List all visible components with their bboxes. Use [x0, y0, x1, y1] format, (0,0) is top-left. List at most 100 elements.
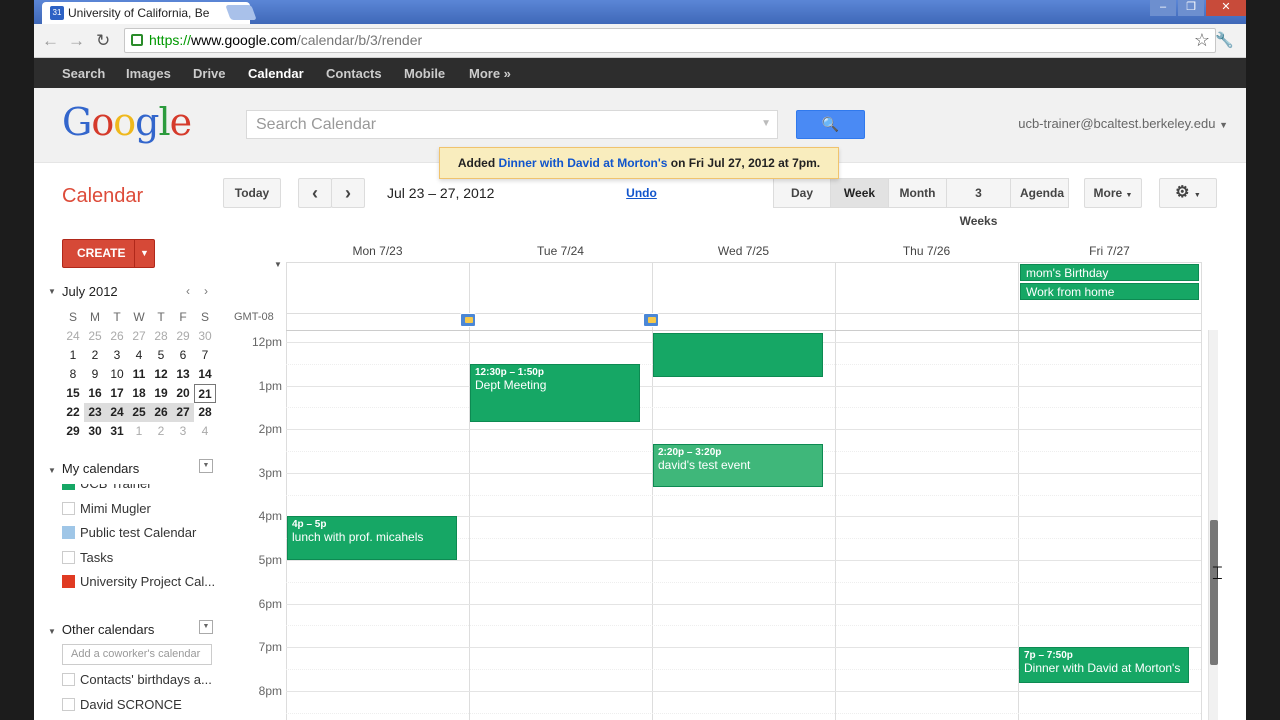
- calendar-event[interactable]: 4p – 5p lunch with prof. micahels: [287, 516, 457, 560]
- calendar-event[interactable]: 7p – 7:50p Dinner with David at Morton's: [1019, 647, 1189, 684]
- calendar-item[interactable]: University Project Cal...: [62, 574, 215, 594]
- mini-day[interactable]: 22: [62, 403, 84, 422]
- window-close-icon[interactable]: ✕: [1206, 0, 1246, 16]
- mini-day[interactable]: 18: [128, 384, 150, 403]
- reload-icon[interactable]: ↻: [96, 31, 110, 51]
- calendar-color-swatch[interactable]: [62, 526, 75, 539]
- mini-day[interactable]: 11: [128, 365, 150, 384]
- mini-day[interactable]: 27: [128, 327, 150, 346]
- mini-day[interactable]: 6: [172, 346, 194, 365]
- minimize-icon[interactable]: –: [1150, 0, 1176, 16]
- mini-day[interactable]: 28: [150, 327, 172, 346]
- gbar-calendar[interactable]: Calendar: [248, 66, 304, 81]
- add-coworker-input[interactable]: Add a coworker's calendar: [62, 644, 212, 665]
- wrench-icon[interactable]: 🔧: [1215, 31, 1234, 49]
- prev-week-button[interactable]: ‹: [298, 178, 332, 208]
- other-calendars-header[interactable]: ▼ Other calendars: [48, 622, 154, 637]
- today-button[interactable]: Today: [223, 178, 281, 208]
- forward-arrow-icon[interactable]: →: [68, 31, 85, 51]
- mini-day[interactable]: 25: [84, 327, 106, 346]
- all-day-event[interactable]: Work from home: [1020, 283, 1199, 300]
- collapse-triangle-icon[interactable]: ▼: [48, 287, 56, 296]
- calendar-color-swatch[interactable]: [62, 698, 75, 711]
- other-calendars-menu-icon[interactable]: ▼: [199, 620, 213, 634]
- mini-day[interactable]: 5: [150, 346, 172, 365]
- gbar-contacts[interactable]: Contacts: [326, 66, 382, 81]
- mini-day[interactable]: 20: [172, 384, 194, 403]
- browser-tab[interactable]: 31 University of California, Be ✕: [42, 2, 250, 24]
- notice-event-link[interactable]: Dinner with David at Morton's: [499, 156, 668, 170]
- mini-day[interactable]: 24: [62, 327, 84, 346]
- create-dropdown-icon[interactable]: ▼: [134, 240, 154, 267]
- mini-day[interactable]: 4: [194, 422, 216, 441]
- undo-link[interactable]: Undo: [626, 186, 657, 200]
- mini-day[interactable]: 2: [84, 346, 106, 365]
- calendar-item[interactable]: Mimi Mugler: [62, 501, 151, 521]
- mini-day[interactable]: 8: [62, 365, 84, 384]
- account-menu[interactable]: ucb-trainer@bcaltest.berkeley.edu ▼: [1018, 116, 1228, 131]
- mini-day[interactable]: 9: [84, 365, 106, 384]
- calendar-item[interactable]: Contacts' birthdays a...: [62, 672, 212, 692]
- calendar-event[interactable]: [653, 333, 823, 377]
- mini-day[interactable]: 31: [106, 422, 128, 441]
- day-header[interactable]: Fri 7/27: [1018, 244, 1201, 258]
- view-3weeks[interactable]: 3 Weeks: [947, 178, 1011, 228]
- search-button[interactable]: 🔍: [796, 110, 865, 139]
- calendar-color-swatch[interactable]: [62, 501, 75, 515]
- my-calendars-menu-icon[interactable]: ▼: [199, 459, 213, 473]
- day-header[interactable]: Wed 7/25: [652, 244, 835, 258]
- new-tab-button[interactable]: [225, 5, 257, 20]
- search-options-icon[interactable]: ▼: [761, 118, 771, 129]
- mini-day[interactable]: 23: [84, 403, 106, 422]
- settings-button[interactable]: ⚙ ▼: [1159, 178, 1217, 208]
- mini-day[interactable]: 29: [62, 422, 84, 441]
- mini-day[interactable]: 26: [106, 327, 128, 346]
- scrollbar[interactable]: [1208, 330, 1218, 720]
- mini-day[interactable]: 14: [194, 365, 216, 384]
- back-arrow-icon[interactable]: ←: [42, 31, 59, 51]
- mini-day[interactable]: 1: [128, 422, 150, 441]
- day-header[interactable]: Tue 7/24: [469, 244, 652, 258]
- day-header[interactable]: Mon 7/23: [286, 244, 469, 258]
- search-input[interactable]: Search Calendar ▼: [246, 110, 778, 139]
- mini-day[interactable]: 3: [106, 346, 128, 365]
- calendar-color-swatch[interactable]: [62, 673, 75, 686]
- calendar-item[interactable]: Public test Calendar: [62, 525, 196, 545]
- mini-day[interactable]: 17: [106, 384, 128, 403]
- mini-day[interactable]: 1: [62, 346, 84, 365]
- restore-icon[interactable]: ❐: [1178, 0, 1204, 16]
- gbar-search[interactable]: Search: [62, 66, 105, 81]
- view-week[interactable]: Week: [831, 178, 889, 208]
- mini-prev-icon[interactable]: ‹: [186, 284, 190, 298]
- create-button[interactable]: CREATE ▼: [62, 239, 155, 268]
- mini-day[interactable]: 2: [150, 422, 172, 441]
- mini-day[interactable]: 12: [150, 365, 172, 384]
- view-month[interactable]: Month: [889, 178, 947, 208]
- gbar-mobile[interactable]: Mobile: [404, 66, 445, 81]
- calendar-marker-icon[interactable]: [643, 313, 659, 327]
- mini-day[interactable]: 13: [172, 365, 194, 384]
- all-day-event[interactable]: mom's Birthday: [1020, 264, 1199, 281]
- calendar-color-swatch[interactable]: [62, 484, 75, 490]
- calendar-color-swatch[interactable]: [62, 550, 75, 564]
- calendar-event[interactable]: 2:20p – 3:20p david's test event: [653, 443, 823, 488]
- mini-day[interactable]: 16: [84, 384, 106, 403]
- mini-day[interactable]: 19: [150, 384, 172, 403]
- mini-day[interactable]: 7: [194, 346, 216, 365]
- mini-day[interactable]: 3: [172, 422, 194, 441]
- mini-day[interactable]: 24: [106, 403, 128, 422]
- mini-day[interactable]: 30: [194, 327, 216, 346]
- google-logo[interactable]: Google: [62, 100, 192, 144]
- bookmark-star-icon[interactable]: ☆: [1194, 30, 1210, 51]
- my-calendars-header[interactable]: ▼ My calendars: [48, 461, 139, 476]
- mini-day[interactable]: 15: [62, 384, 84, 403]
- mini-day[interactable]: 29: [172, 327, 194, 346]
- mini-day[interactable]: 21: [194, 384, 216, 403]
- calendar-marker-icon[interactable]: [460, 313, 476, 327]
- mini-day[interactable]: 26: [150, 403, 172, 422]
- scrollbar-thumb[interactable]: [1210, 520, 1218, 665]
- mini-next-icon[interactable]: ›: [204, 284, 208, 298]
- calendar-item[interactable]: Tasks: [62, 550, 113, 570]
- calendar-item[interactable]: David SCRONCE: [62, 697, 182, 717]
- calendar-event[interactable]: 12:30p – 1:50p Dept Meeting: [470, 363, 640, 422]
